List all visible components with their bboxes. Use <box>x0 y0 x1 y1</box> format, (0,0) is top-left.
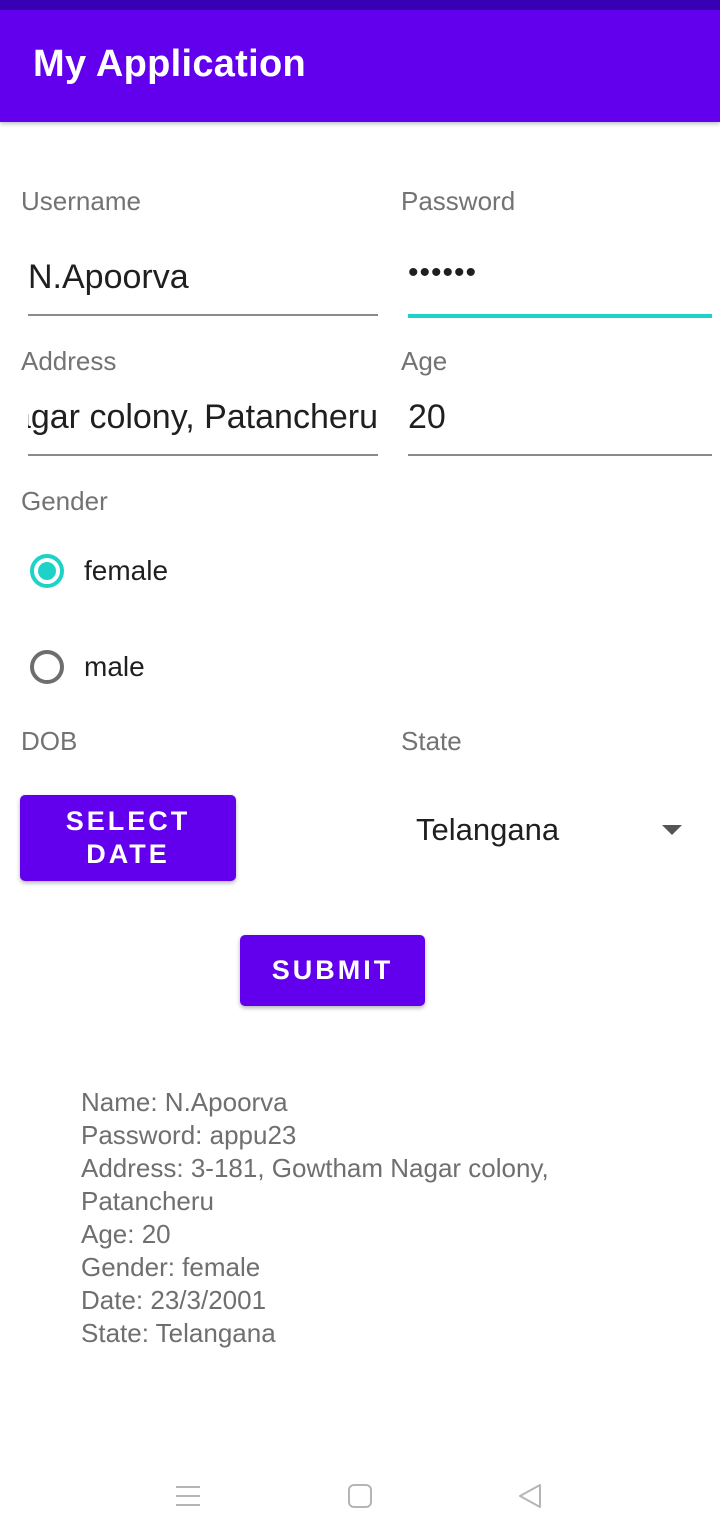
username-underline <box>28 314 378 316</box>
radio-male-label: male <box>84 651 145 682</box>
summary-line: Gender: female <box>81 1252 261 1282</box>
back-triangle-icon[interactable] <box>516 1482 544 1510</box>
radio-female[interactable]: female <box>30 549 168 593</box>
username-label: Username <box>21 186 141 216</box>
radio-female-label: female <box>84 555 169 586</box>
menu-icon[interactable] <box>174 1482 202 1510</box>
state-dropdown[interactable]: Telangana <box>416 800 692 860</box>
password-underline <box>408 314 712 318</box>
submit-button[interactable]: SUBMIT <box>240 935 425 1006</box>
username-value: N.Apoorva <box>28 258 189 296</box>
summary-line: Date: 23/3/2001 <box>81 1285 267 1315</box>
summary-line: Age: 20 <box>81 1219 171 1249</box>
home-square-icon[interactable] <box>346 1482 374 1510</box>
radio-male[interactable]: male <box>30 645 145 689</box>
address-value: 3-181, Gowtham Nagar colony, Patancheru <box>28 398 378 436</box>
username-field[interactable]: N.Apoorva <box>28 252 378 316</box>
summary-output: Name: N.Apoorva Password: appu23 Address… <box>81 1086 641 1350</box>
radio-unchecked-icon <box>30 650 64 684</box>
age-field[interactable]: 20 <box>408 392 712 456</box>
password-value: •••••• <box>408 256 478 289</box>
summary-line: Name: N.Apoorva <box>81 1087 288 1117</box>
summary-line: Patancheru <box>81 1186 214 1216</box>
radio-checked-icon <box>30 554 64 588</box>
dropdown-arrow-icon <box>662 825 682 835</box>
radio-dot <box>38 562 56 580</box>
status-bar <box>0 0 720 10</box>
summary-line: Address: 3-181, Gowtham Nagar colony, <box>81 1153 549 1183</box>
app-title: My Application <box>33 43 307 85</box>
address-label: Address <box>21 346 117 376</box>
dob-label: DOB <box>21 726 78 756</box>
summary-line: State: Telangana <box>81 1318 276 1348</box>
address-field[interactable]: 3-181, Gowtham Nagar colony, Patancheru <box>28 392 378 456</box>
app-bar: My Application <box>0 10 720 122</box>
age-label: Age <box>401 346 448 376</box>
age-underline <box>408 454 712 456</box>
password-label: Password <box>401 186 516 216</box>
state-label: State <box>401 726 462 756</box>
age-value: 20 <box>408 398 446 436</box>
summary-line: Password: appu23 <box>81 1120 297 1150</box>
gender-label: Gender <box>21 486 108 516</box>
navigation-bar <box>0 1460 720 1538</box>
password-field[interactable]: •••••• <box>408 254 712 318</box>
state-selected: Telangana <box>416 812 560 847</box>
address-underline <box>28 454 378 456</box>
select-date-button[interactable]: SELECT DATE <box>20 795 236 881</box>
